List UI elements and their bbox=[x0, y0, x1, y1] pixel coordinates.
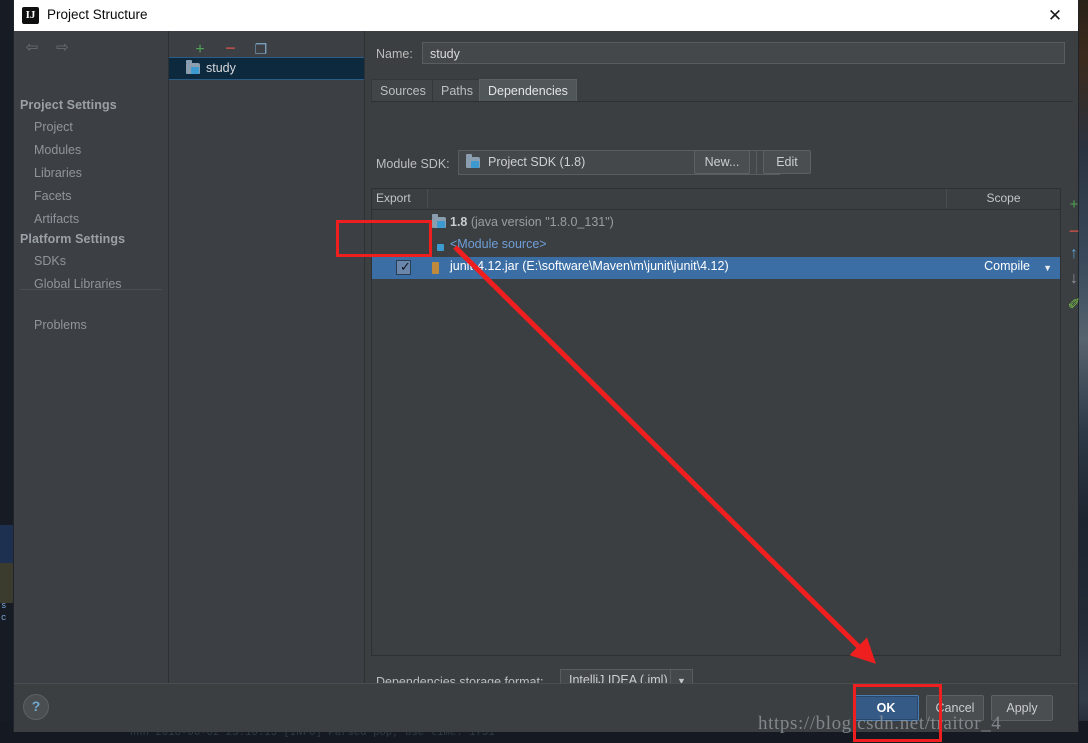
help-icon[interactable]: ? bbox=[23, 694, 49, 720]
sidebar-group-platform-settings: Platform Settings bbox=[20, 232, 126, 246]
close-icon[interactable]: ✕ bbox=[1032, 0, 1078, 31]
edit-dependency-icon[interactable]: ✐ bbox=[1065, 296, 1083, 314]
column-header-scope[interactable]: Scope bbox=[947, 189, 1060, 208]
new-sdk-button[interactable]: New... bbox=[694, 150, 750, 174]
tab-paths[interactable]: Paths bbox=[432, 79, 482, 101]
background-left-text: sc bbox=[1, 601, 7, 623]
sidebar-item-problems[interactable]: Problems bbox=[34, 318, 87, 332]
back-arrow-icon[interactable]: ⇦ bbox=[19, 39, 45, 57]
forward-arrow-icon[interactable]: ⇨ bbox=[49, 39, 75, 57]
tab-dependencies[interactable]: Dependencies bbox=[479, 79, 577, 101]
jar-icon bbox=[432, 262, 439, 274]
column-header-name bbox=[428, 189, 947, 208]
annotation-rect-ok-button bbox=[853, 684, 942, 742]
remove-dependency-icon[interactable]: − bbox=[1065, 222, 1083, 240]
module-folder-icon bbox=[186, 60, 200, 74]
export-checkbox[interactable]: ✓ bbox=[396, 259, 411, 275]
sidebar-item-project[interactable]: Project bbox=[34, 120, 73, 134]
name-input[interactable]: study bbox=[422, 42, 1065, 64]
modules-panel: + − ❐ study bbox=[169, 31, 365, 683]
module-sdk-value: Project SDK (1.8) bbox=[488, 155, 586, 169]
tab-sources[interactable]: Sources bbox=[371, 79, 435, 101]
edit-sdk-button[interactable]: Edit bbox=[763, 150, 811, 174]
background-right-strip bbox=[1078, 0, 1088, 743]
sidebar-divider bbox=[20, 289, 162, 290]
row-name-main: junit-4.12.jar bbox=[450, 259, 519, 273]
move-down-icon[interactable]: ↓ bbox=[1065, 270, 1083, 288]
table-cell-name: junit-4.12.jar (E:\software\Maven\m\juni… bbox=[450, 259, 729, 273]
scope-chevron-down-icon[interactable]: ▼ bbox=[1043, 263, 1052, 273]
dependencies-toolbar: + − ↑ ↓ ✐ bbox=[1065, 188, 1083, 348]
sidebar-item-sdks[interactable]: SDKs bbox=[34, 254, 66, 268]
module-list-item-label: study bbox=[206, 61, 236, 75]
scope-value[interactable]: Compile bbox=[984, 259, 1030, 273]
background-left-olive-block bbox=[0, 563, 14, 603]
table-row[interactable]: ✓ junit-4.12.jar (E:\software\Maven\m\ju… bbox=[372, 257, 1060, 279]
copy-module-icon[interactable]: ❐ bbox=[248, 39, 274, 59]
module-sdk-label: Module SDK: bbox=[376, 157, 450, 171]
row-name-detail: (E:\software\Maven\m\junit\junit\4.12) bbox=[518, 259, 729, 273]
editor-tabs: Sources Paths Dependencies bbox=[371, 79, 1073, 102]
table-row[interactable]: <Module source> bbox=[372, 235, 1060, 257]
settings-sidebar: ⇦ ⇨ Project Settings Project Modules Lib… bbox=[14, 31, 169, 683]
intellij-logo-icon: IJ bbox=[22, 7, 39, 24]
name-label: Name: bbox=[376, 47, 413, 61]
table-row[interactable]: 1.8 (java version "1.8.0_131") bbox=[372, 213, 1060, 235]
project-structure-dialog: IJ Project Structure ✕ ⇦ ⇨ Project Setti… bbox=[14, 0, 1080, 732]
sidebar-item-facets[interactable]: Facets bbox=[34, 189, 72, 203]
table-header-row: Export Scope bbox=[372, 189, 1060, 210]
dependencies-table: Export Scope 1.8 (java version "1.8.0_13… bbox=[371, 188, 1061, 656]
sidebar-group-project-settings: Project Settings bbox=[20, 98, 117, 112]
sdk-folder-icon bbox=[466, 154, 480, 168]
background-left-blue-block bbox=[0, 525, 14, 563]
add-dependency-icon[interactable]: + bbox=[1065, 196, 1083, 214]
dialog-titlebar: IJ Project Structure ✕ bbox=[14, 0, 1078, 32]
jdk-folder-icon bbox=[432, 214, 446, 228]
sidebar-item-libraries[interactable]: Libraries bbox=[34, 166, 82, 180]
checkmark-icon: ✓ bbox=[400, 259, 411, 274]
module-editor-pane: Name: study Sources Paths Dependencies M… bbox=[365, 31, 1080, 693]
nav-buttons: ⇦ ⇨ bbox=[19, 39, 75, 57]
column-header-export[interactable]: Export bbox=[372, 189, 428, 208]
table-cell-name: <Module source> bbox=[450, 237, 547, 251]
row-name-detail: (java version "1.8.0_131") bbox=[467, 215, 614, 229]
move-up-icon[interactable]: ↑ bbox=[1065, 245, 1083, 263]
module-list-item-study[interactable]: study bbox=[169, 57, 364, 80]
remove-module-icon[interactable]: − bbox=[217, 38, 243, 58]
table-cell-name: 1.8 (java version "1.8.0_131") bbox=[450, 215, 614, 229]
dialog-title: Project Structure bbox=[47, 7, 148, 22]
sidebar-item-artifacts[interactable]: Artifacts bbox=[34, 212, 79, 226]
dialog-body: ⇦ ⇨ Project Settings Project Modules Lib… bbox=[14, 31, 1080, 693]
sidebar-item-modules[interactable]: Modules bbox=[34, 143, 81, 157]
row-name-main: 1.8 bbox=[450, 215, 468, 229]
annotation-rect-checkbox bbox=[336, 220, 432, 257]
